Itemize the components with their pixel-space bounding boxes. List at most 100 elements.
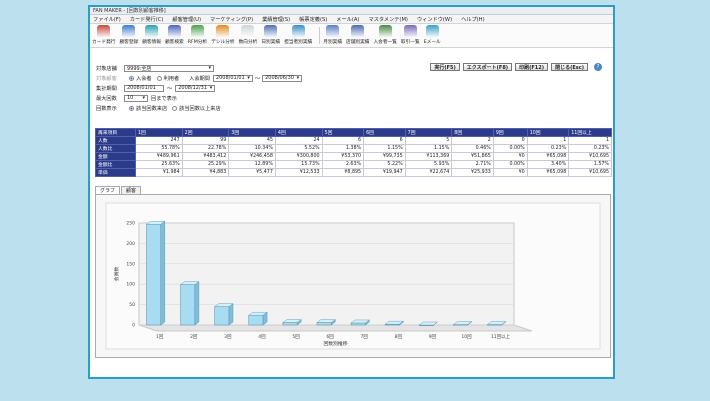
toolbar-label: Eメール [423,40,441,45]
table-header-cell: 5回 [321,128,365,137]
toolbar-label: 取引一覧 [400,40,420,45]
table-cell: 3.40% [526,160,570,169]
menu-mail[interactable]: メール(A) [336,16,359,23]
menu-window[interactable]: ウィンドウ(W) [417,16,452,23]
table-header-cell: 2回 [181,128,230,137]
table-cell: ¥0 [492,168,528,177]
table-row: 金額比 25.63% 25.29% 12.89% 15.73% 2.63% 5.22% 5.9… [95,160,612,169]
chart-bar [248,314,264,326]
x-tick-label: 7回 [361,334,369,340]
x-tick-label: 10回 [461,334,472,340]
store-label: 対象店舗 [96,65,117,72]
decile-analysis-icon [216,25,230,38]
join-to-input[interactable]: 2008/06/30 ▾ [262,74,303,82]
toolbar-button-customer-search[interactable]: 顧客検索 [165,25,184,45]
toolbar-button-customer-register[interactable]: 顧客登録 [119,25,138,45]
toolbar-button-customer-info[interactable]: 顧客情報 [142,25,161,45]
chart-bar [146,223,162,326]
table-cell: 55.78% [135,144,183,153]
run-button[interactable]: 実行(F5) [430,63,460,71]
target-join-radio[interactable] [129,75,134,81]
menu-card[interactable]: カード発行(C) [130,16,164,23]
table-cell: 45 [228,136,276,145]
store-results-icon [351,25,365,38]
toolbar-label: 担当者別実績 [284,40,313,45]
staff-results-icon [291,25,305,38]
close-button[interactable]: 閉じる(Esc) [551,63,588,71]
max-select[interactable]: 10 ▾ [124,94,148,102]
table-cell: ¥8,895 [321,168,365,177]
table-header-cell: 4回 [274,128,323,137]
tab-customer[interactable]: 顧客 [121,186,142,194]
toolbar-button-trend-analysis[interactable]: 数向分析 [239,25,257,45]
x-tick-label: 6回 [326,334,334,340]
table-cell: ¥65,098 [526,152,570,161]
toolbar-button-rfm-analysis[interactable]: RFM分析 [188,25,207,45]
table-header-row: 再来項目 1回 2回 3回 4回 5回 6回 7回 8回 9回 10回 11回以上 [95,128,612,137]
menu-master[interactable]: マスタメンテ(M) [368,16,408,23]
chart-bar [350,322,366,326]
table-cell: ¥4,883 [181,168,230,177]
visit-min-label: 該当回数以上来店 [179,105,221,112]
table-cell: 1.15% [404,144,453,153]
toolbar-label: 日別実績 [261,40,281,45]
row-header-cell: 単価 [95,168,136,177]
toolbar-button-member-list[interactable]: 入会者一覧 [373,25,397,45]
transaction-list-icon [403,25,417,38]
table-cell: 24 [274,136,323,145]
table-cell: 25.29% [181,160,230,169]
toolbar-button-store-results[interactable]: 店舗別実績 [346,25,369,45]
toolbar-label: 入会者一覧 [373,40,397,45]
row-header-cell: 金額比 [95,160,136,169]
chart-floor [138,324,533,332]
target-use-radio[interactable] [156,75,162,81]
toolbar-button-daily-results[interactable]: 日別実績 [261,25,280,45]
table-cell: ¥65,098 [526,168,570,177]
tab-graph[interactable]: グラフ [95,186,121,194]
table-cell: ¥10,695 [568,152,612,161]
export-button[interactable]: エクスポート(F8) [462,63,513,71]
customer-search-icon [167,25,181,38]
target-use-label: 利用者 [163,75,180,82]
table-cell: ¥246,458 [228,152,276,161]
visit-exact-radio[interactable] [129,105,134,111]
table-header-cell: 3回 [228,128,276,137]
print-button[interactable]: 印刷(F12) [515,63,549,71]
table-cell: 10.34% [228,144,276,153]
visit-min-radio[interactable] [172,105,178,111]
join-from-input[interactable]: 2008/01/01 ▾ [212,74,253,82]
result-tabs: グラフ 顧客 [95,186,142,194]
table-header-cell: 10回 [526,128,570,137]
toolbar-button-staff-results[interactable]: 担当者別実績 [284,25,312,45]
table-cell: 5.52% [274,144,323,153]
table-cell: 15.73% [274,160,323,169]
table-cell: 25.63% [135,160,183,169]
table-cell: ¥22,674 [404,168,453,177]
help-icon[interactable]: ? [594,63,602,71]
row-header-cell: 人数比 [95,144,136,153]
bar-chart: 0 50 100 150 200 250 1回 2回 3回 4回 5回 6回 7回 8回 9回 10回 11回以… [105,202,601,350]
toolbar-button-monthly-results[interactable]: 月別実績 [323,25,342,45]
menu-customer[interactable]: 顧客管理(U) [172,16,201,23]
toolbar-button-decile-analysis[interactable]: デシル分析 [211,25,235,45]
agg-from-input[interactable]: 2008/01/01 [124,84,164,92]
toolbar-button-card-issue[interactable]: カード発行 [92,25,115,45]
table-cell: 2 [451,136,494,145]
table-header-cell: 9回 [492,128,528,137]
store-select[interactable]: 9999:全店 ▾ [124,64,214,72]
menu-marketing[interactable]: マーケティング(P) [210,16,253,23]
table-cell: ¥5,477 [228,168,276,177]
chart-bar-side [194,281,200,326]
y-tick-label: 50 [129,302,135,308]
toolbar-button-transaction-list[interactable]: 取引一覧 [401,25,420,45]
menu-report[interactable]: 帳票定義(S) [299,16,327,23]
table-cell: 0 [492,136,528,145]
toolbar-button-email[interactable]: Eメール [424,25,441,45]
table-cell: ¥0 [492,152,528,161]
agg-to-input[interactable]: 2008/12/31 ▾ [175,84,216,92]
menu-performance[interactable]: 業績管理(S) [262,16,290,23]
table-cell: ¥51,865 [451,152,494,161]
menu-file[interactable]: ファイル(F) [93,16,121,23]
menu-help[interactable]: ヘルプ(H) [461,16,485,23]
toolbar-label: 顧客情報 [142,40,161,45]
